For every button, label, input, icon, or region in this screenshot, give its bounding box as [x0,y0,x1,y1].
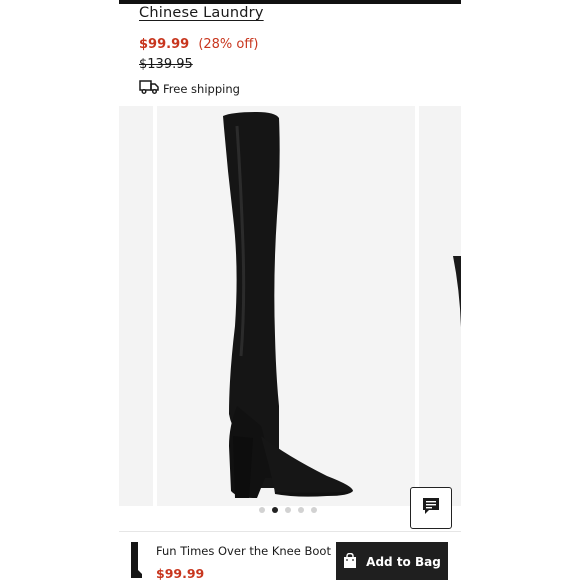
sale-price: $99.99 [139,37,190,52]
next-slide-peek[interactable] [419,106,461,506]
original-price: $139.95 [139,57,193,72]
product-thumbnail [129,542,143,580]
product-title: Fun Times Over the Knee Boot [156,544,331,558]
right-backdrop [461,0,580,580]
shipping-label: Free shipping [163,81,240,96]
chat-button[interactable] [410,487,452,529]
shopping-bag-icon [343,552,366,572]
left-backdrop [0,0,119,580]
shipping-info: Free shipping [139,80,240,97]
carousel-dots [259,507,317,513]
previous-slide-peek[interactable] [119,106,153,506]
top-bar [119,0,461,4]
carousel-dot[interactable] [298,507,304,513]
bar-price: $99.99 [156,566,205,580]
image-carousel[interactable] [119,106,461,506]
add-to-bag-button[interactable]: Add to Bag [336,542,448,580]
brand-link[interactable]: Chinese Laundry [139,5,264,21]
carousel-dot[interactable] [259,507,265,513]
chat-icon [421,496,441,520]
add-to-bag-label: Add to Bag [366,555,441,569]
carousel-dot-active[interactable] [272,507,278,513]
product-image[interactable] [157,106,415,506]
bottom-purchase-bar: Fun Times Over the Knee Boot $99.99 Add … [119,531,461,580]
carousel-dot[interactable] [311,507,317,513]
price-row: $99.99 (28% off) [139,37,258,52]
truck-icon [139,80,163,97]
carousel-dot[interactable] [285,507,291,513]
product-screen: Chinese Laundry $99.99 (28% off) $139.95… [119,0,461,580]
discount-percent: (28% off) [198,37,259,52]
